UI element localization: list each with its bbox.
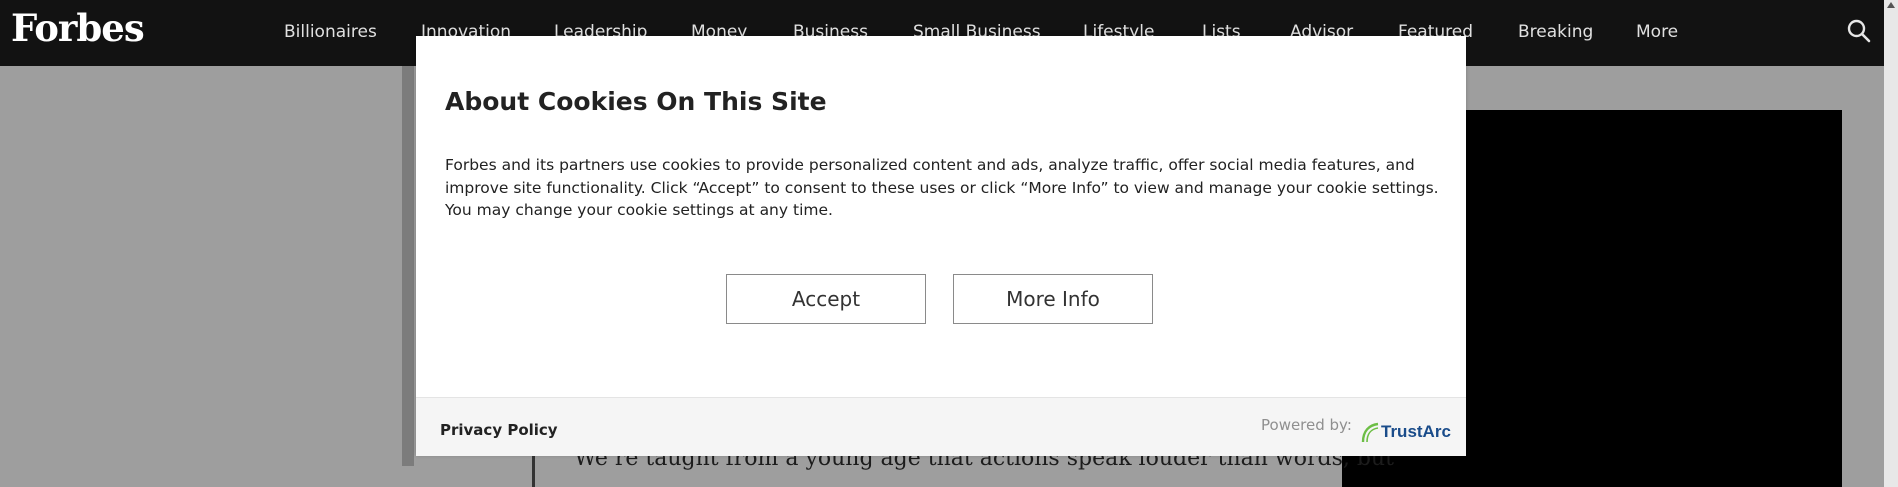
accept-button[interactable]: Accept xyxy=(726,274,926,324)
search-icon[interactable] xyxy=(1846,18,1872,44)
trustarc-logo[interactable]: TrustArc xyxy=(1360,418,1451,446)
cookie-dialog-body: Forbes and its partners use cookies to p… xyxy=(445,156,1439,219)
nav-item-breaking[interactable]: Breaking xyxy=(1518,22,1593,42)
page-scrollbar[interactable] xyxy=(1884,0,1898,487)
powered-by-label: Powered by: xyxy=(1261,416,1352,434)
trustarc-arc-icon xyxy=(1361,422,1379,443)
scroll-up-arrow-icon[interactable] xyxy=(1887,2,1895,8)
trustarc-wordmark: TrustArc xyxy=(1381,422,1451,441)
cookie-consent-dialog: About Cookies On This Site Forbes and it… xyxy=(416,36,1466,456)
nav-item-billionaires[interactable]: Billionaires xyxy=(284,22,377,42)
privacy-policy-link[interactable]: Privacy Policy xyxy=(440,421,558,439)
forbes-logo[interactable]: Forbes xyxy=(11,6,145,50)
cookie-dialog-footer: Privacy Policy Powered by: TrustArc xyxy=(416,397,1466,456)
quote-bar xyxy=(532,452,535,487)
nav-item-more[interactable]: More xyxy=(1636,22,1678,42)
more-info-button[interactable]: More Info xyxy=(953,274,1153,324)
cookie-dialog-title: About Cookies On This Site xyxy=(445,87,827,116)
